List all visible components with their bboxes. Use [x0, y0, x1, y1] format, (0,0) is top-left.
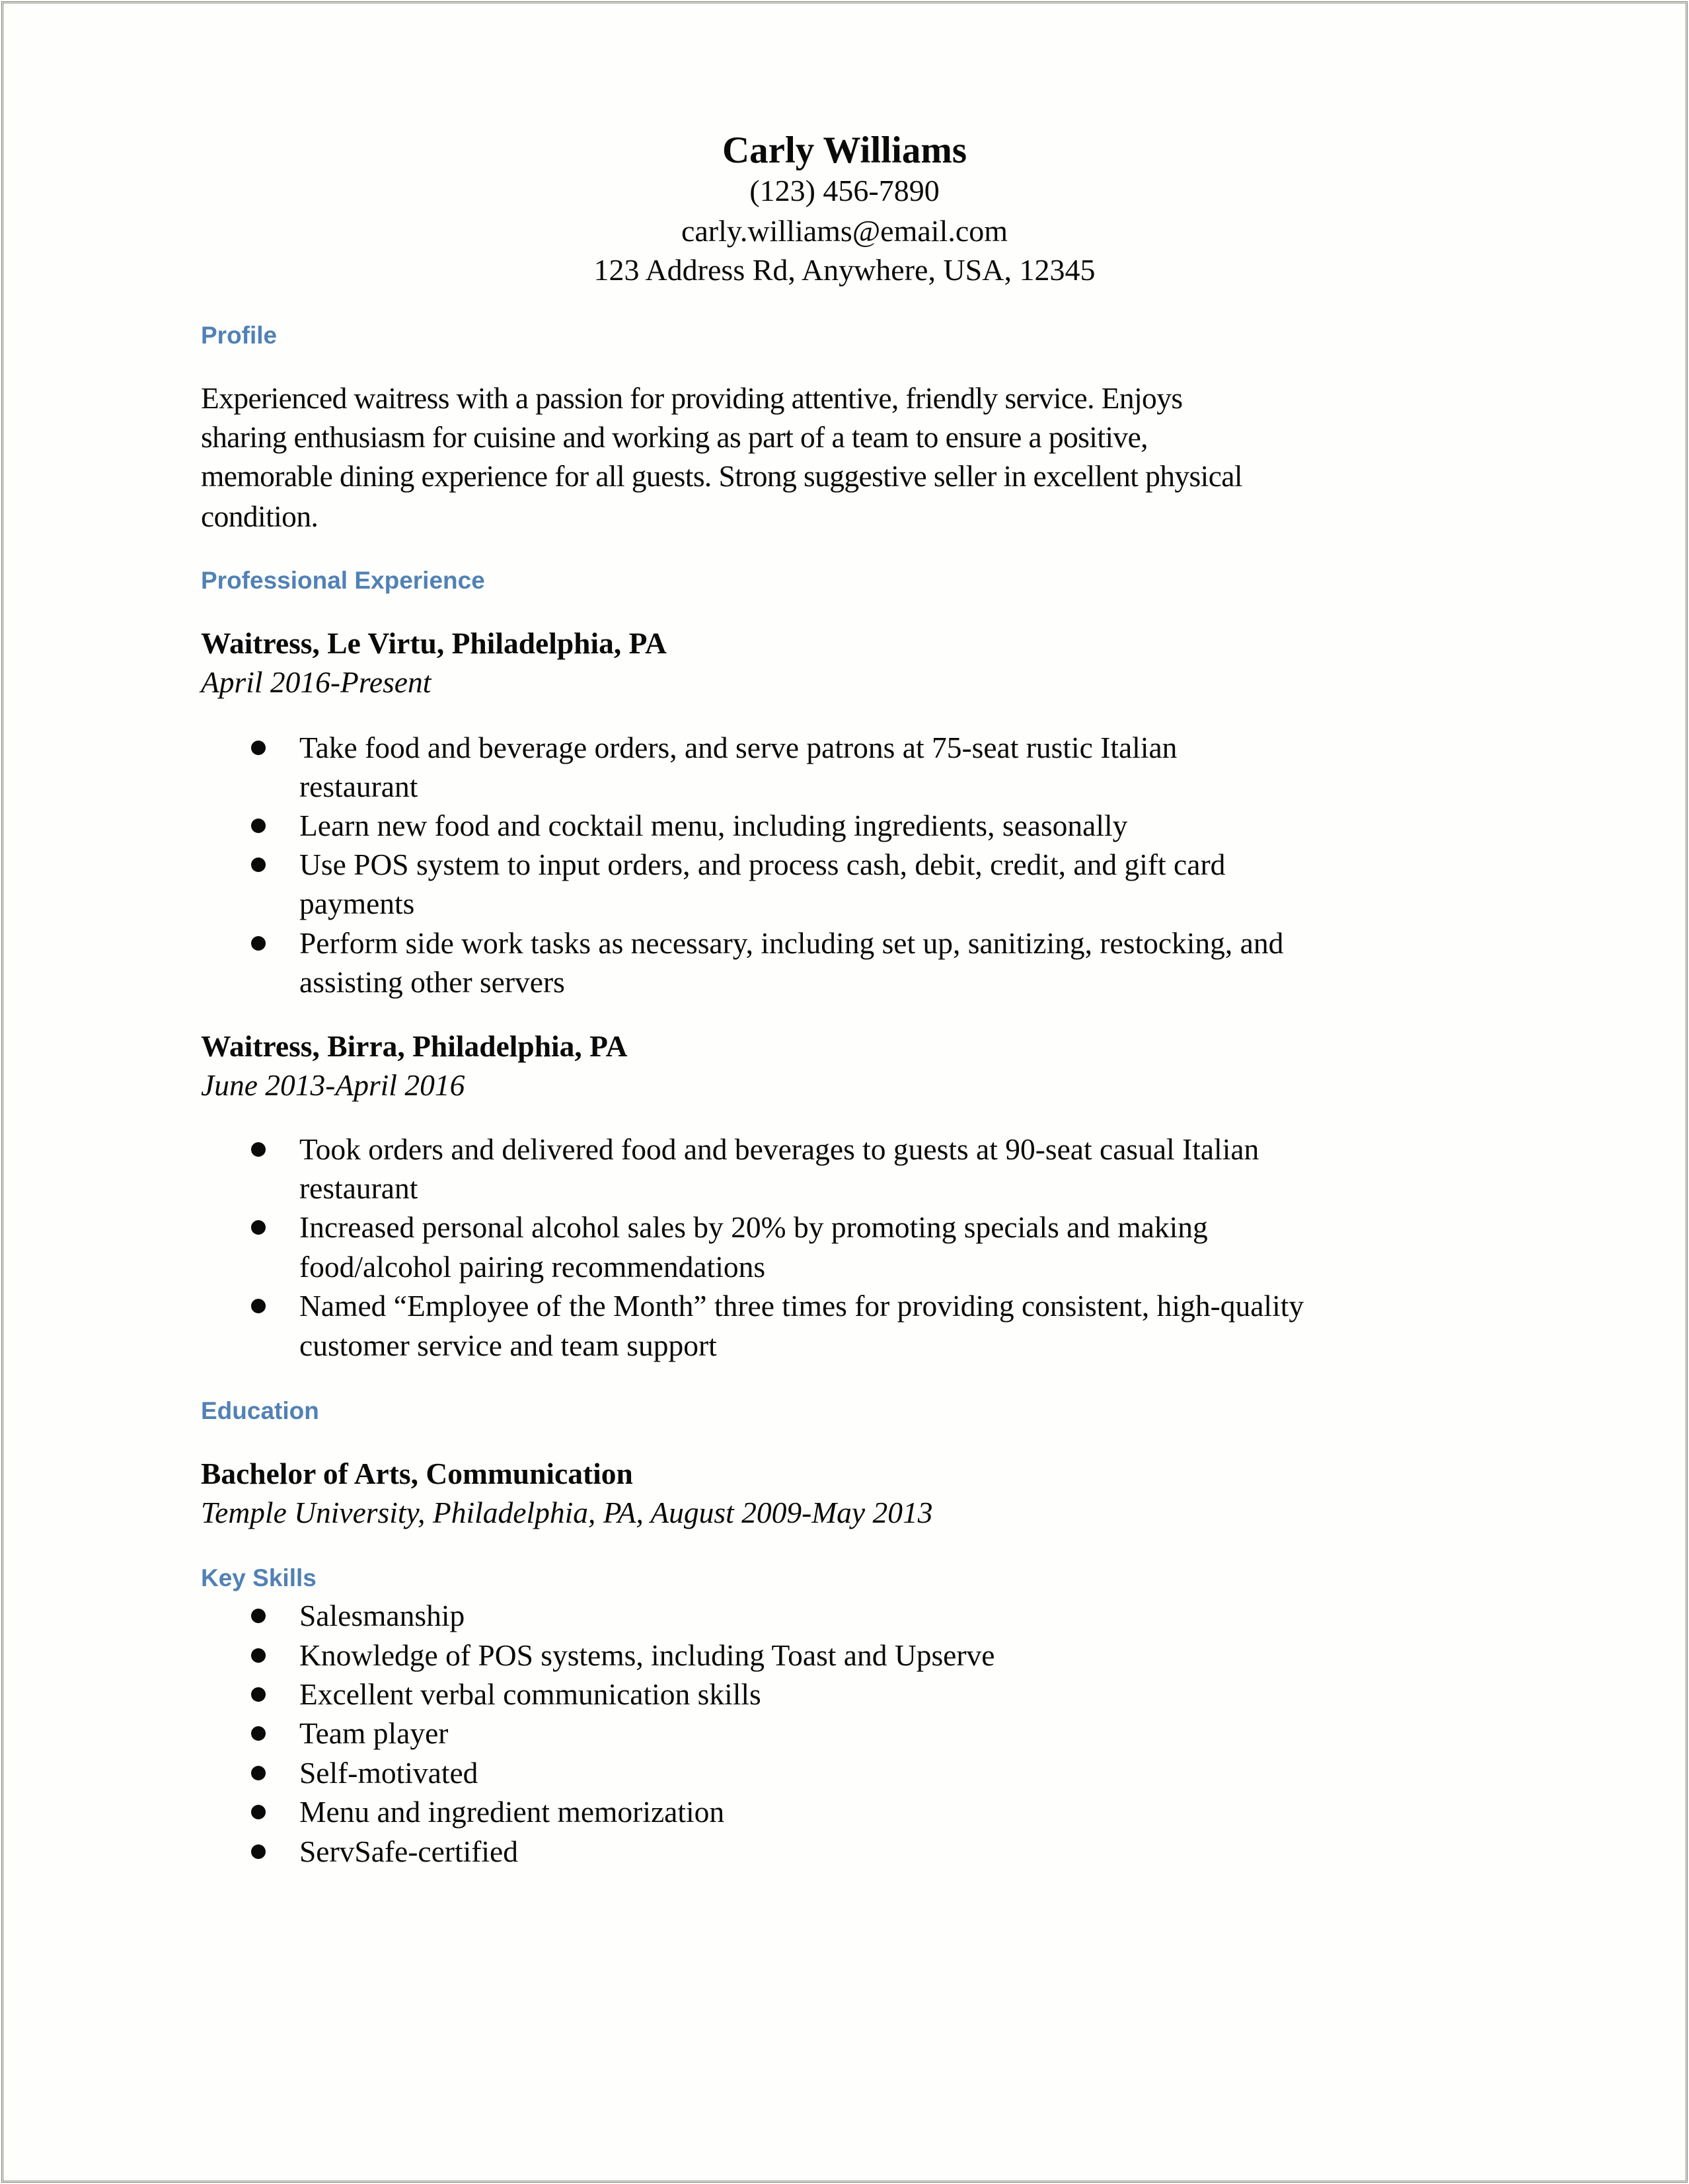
job-bullet: Take food and beverage orders, and serve…: [299, 731, 1178, 764]
bullet-icon: [251, 936, 266, 951]
skill-item: Salesmanship: [299, 1599, 465, 1632]
job-bullet: Took orders and delivered food and bever…: [299, 1132, 1259, 1166]
bullet-icon: [251, 857, 266, 872]
email-address: carly.williams@email.com: [681, 214, 1008, 248]
bullet-icon: [251, 1609, 266, 1623]
bullet-icon: [251, 819, 266, 833]
job-dates: June 2013-April 2016: [201, 1068, 465, 1102]
profile-line: memorable dining experience for all gues…: [201, 459, 1243, 493]
skill-item: Excellent verbal communication skills: [299, 1677, 761, 1711]
school-details: Temple University, Philadelphia, PA, Aug…: [201, 1496, 933, 1529]
profile-line: condition.: [201, 499, 319, 533]
job-bullet: Named “Employee of the Month” three time…: [299, 1289, 1304, 1323]
profile-line: Experienced waitress with a passion for …: [201, 381, 1183, 415]
skill-item: ServSafe-certified: [299, 1835, 518, 1868]
bullet-icon: [251, 1844, 266, 1859]
bullet-icon: [251, 1142, 266, 1157]
section-heading-experience: Professional Experience: [201, 567, 485, 594]
bullet-icon: [251, 1805, 266, 1819]
job-bullet-continuation: restaurant: [299, 770, 418, 803]
candidate-name: Carly Williams: [722, 129, 967, 171]
job-bullet: Learn new food and cocktail menu, includ…: [299, 809, 1128, 842]
bullet-icon: [251, 1648, 266, 1663]
postal-address: 123 Address Rd, Anywhere, USA, 12345: [593, 253, 1096, 287]
bullet-icon: [251, 1766, 266, 1780]
job-bullet-continuation: food/alcohol pairing recommendations: [299, 1250, 766, 1284]
degree: Bachelor of Arts, Communication: [201, 1457, 633, 1490]
job-bullet: Perform side work tasks as necessary, in…: [299, 926, 1284, 960]
section-heading-skills: Key Skills: [201, 1564, 317, 1591]
job-bullet-continuation: payments: [299, 887, 415, 920]
skill-item: Knowledge of POS systems, including Toas…: [299, 1638, 995, 1672]
bullet-icon: [251, 1726, 266, 1741]
bullet-icon: [251, 1220, 266, 1235]
job-bullet-continuation: customer service and team support: [299, 1329, 717, 1362]
job-dates: April 2016-Present: [201, 665, 432, 699]
job-bullet-continuation: restaurant: [299, 1171, 418, 1205]
skill-item: Team player: [299, 1716, 449, 1750]
section-heading-education: Education: [201, 1397, 319, 1424]
bullet-icon: [251, 741, 266, 755]
skill-item: Self-motivated: [299, 1756, 478, 1790]
bullet-icon: [251, 1299, 266, 1313]
phone-number: (123) 456-7890: [749, 174, 940, 207]
job-bullet-continuation: assisting other servers: [299, 965, 565, 999]
job-bullet: Use POS system to input orders, and proc…: [299, 848, 1226, 881]
job-title: Waitress, Birra, Philadelphia, PA: [201, 1029, 628, 1063]
skill-item: Menu and ingredient memorization: [299, 1795, 725, 1829]
profile-line: sharing enthusiasm for cuisine and worki…: [201, 420, 1148, 454]
section-heading-profile: Profile: [201, 322, 278, 349]
job-bullet: Increased personal alcohol sales by 20% …: [299, 1210, 1208, 1244]
bullet-icon: [251, 1687, 266, 1702]
job-title: Waitress, Le Virtu, Philadelphia, PA: [201, 626, 667, 660]
